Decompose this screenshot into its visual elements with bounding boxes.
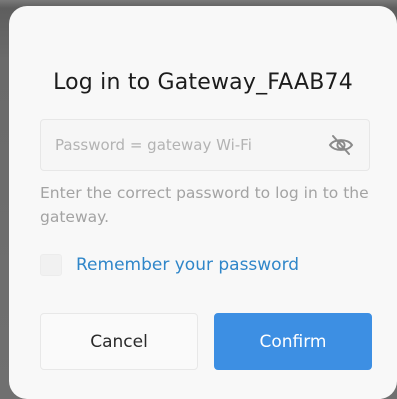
password-input[interactable] [55, 120, 315, 170]
cancel-button[interactable]: Cancel [40, 313, 198, 370]
confirm-button[interactable]: Confirm [214, 313, 372, 370]
remember-label: Remember your password [76, 255, 300, 275]
password-field[interactable] [40, 119, 370, 171]
login-dialog: Log in to Gateway_FAAB74 Enter the corre… [9, 6, 397, 399]
remember-checkbox[interactable] [40, 254, 62, 276]
remember-password-toggle[interactable]: Remember your password [40, 250, 299, 280]
password-hint: Enter the correct password to log in to … [40, 184, 369, 226]
dialog-title: Log in to Gateway_FAAB74 [53, 70, 353, 95]
eye-off-icon[interactable] [327, 133, 355, 157]
